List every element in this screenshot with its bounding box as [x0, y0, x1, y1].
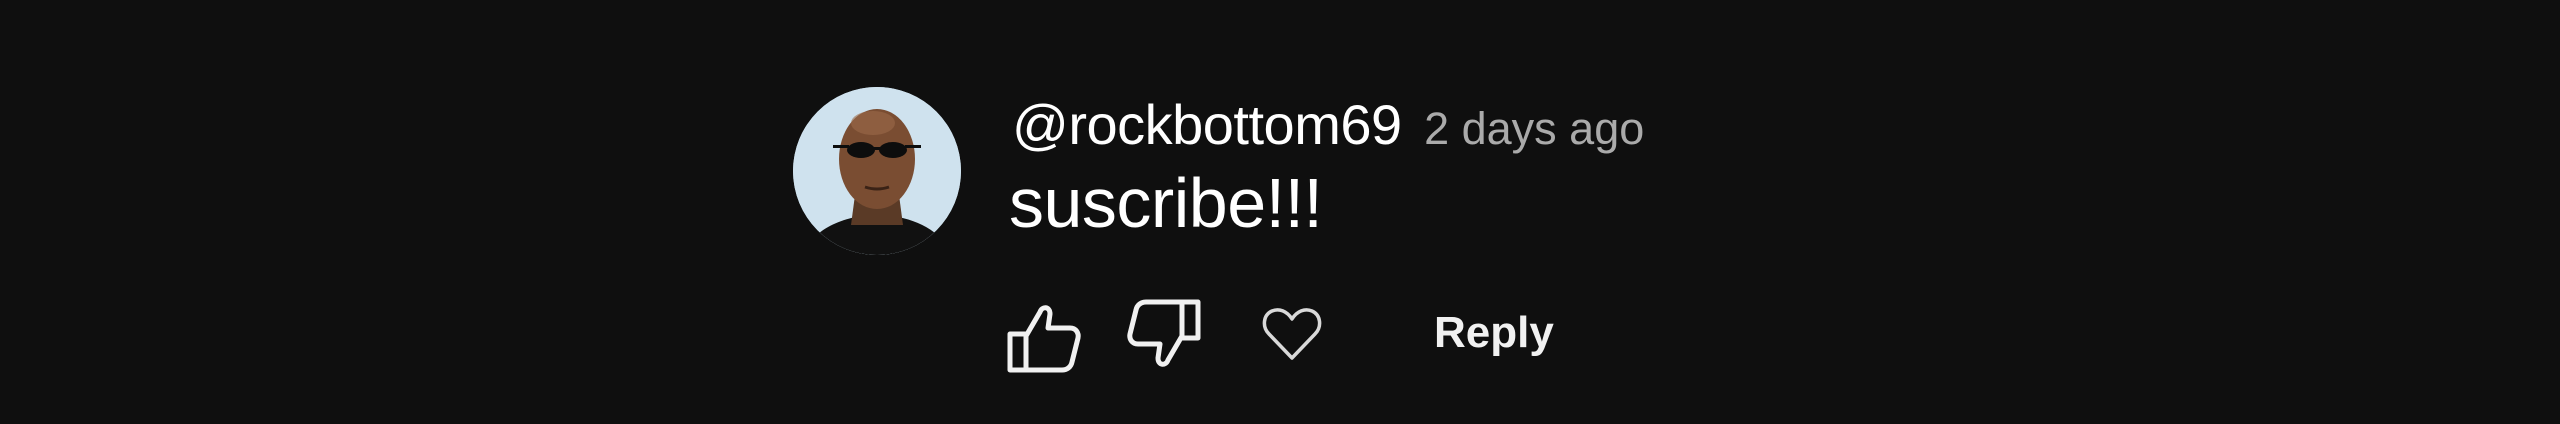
heart-button[interactable]	[1261, 303, 1323, 365]
avatar[interactable]	[793, 87, 961, 255]
comment-author[interactable]: @rockbottom69	[1012, 93, 1402, 156]
thumbs-up-icon	[1007, 305, 1081, 373]
comment-header: @rockbottom69 2 days ago	[1012, 92, 1644, 157]
reply-button[interactable]: Reply	[1420, 298, 1568, 368]
comment-text: suscribe!!!	[1009, 164, 1323, 242]
comment-thread: @rockbottom69 2 days ago suscribe!!! Rep…	[0, 0, 2560, 424]
dislike-button[interactable]	[1126, 298, 1202, 374]
like-button[interactable]	[1006, 298, 1082, 374]
comment-timestamp[interactable]: 2 days ago	[1424, 103, 1644, 154]
thumbs-down-icon	[1127, 299, 1201, 367]
avatar-image	[793, 87, 961, 255]
heart-icon	[1262, 308, 1322, 360]
